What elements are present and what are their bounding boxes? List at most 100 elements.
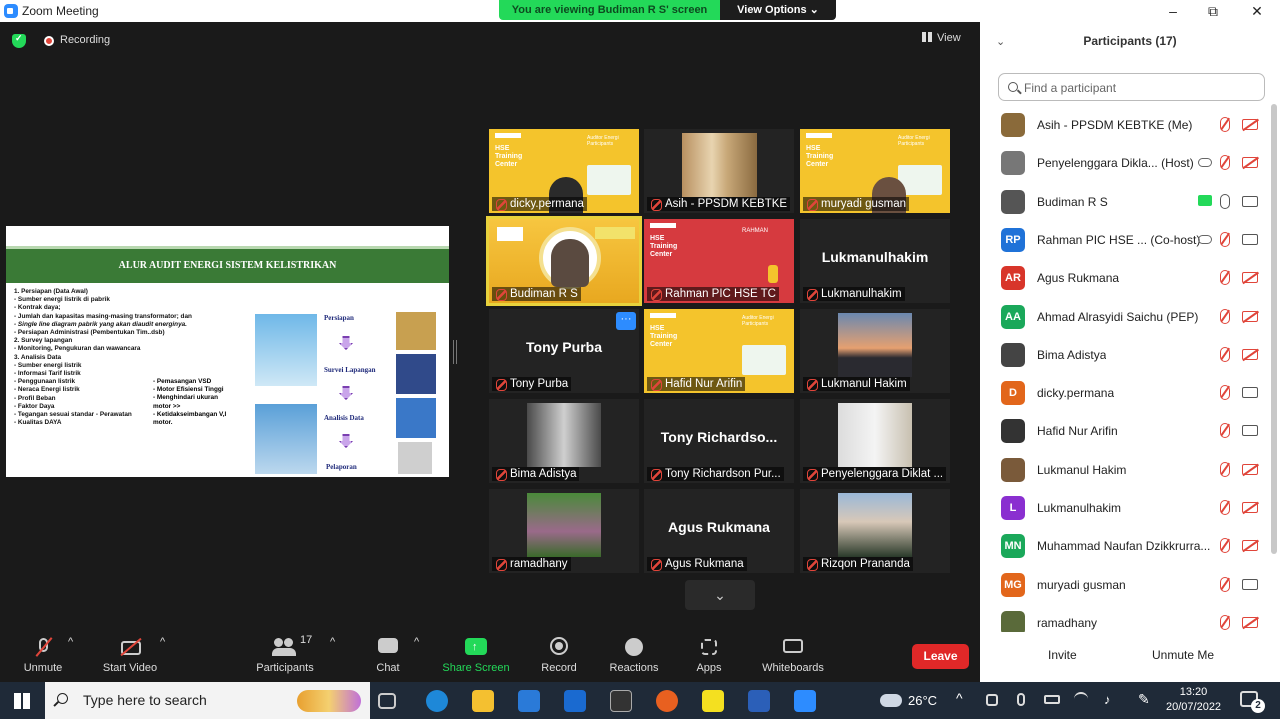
taskbar-search-input[interactable]: Type here to search [45, 682, 370, 719]
participant-face [551, 239, 589, 287]
window-title: Zoom Meeting [22, 4, 99, 18]
splitter-handle[interactable] [453, 340, 457, 364]
participant-row[interactable]: Bima Adistya [980, 336, 1270, 374]
taskbar-clock[interactable]: 13:20 20/07/2022 [1166, 685, 1221, 715]
speaker-icon[interactable]: ♪ [1104, 692, 1111, 707]
muted-microphone-icon [1220, 614, 1230, 630]
participant-row[interactable]: L Lukmanulhakim [980, 489, 1270, 527]
video-tile[interactable]: Penyelenggara Diklat ... [800, 399, 950, 483]
task-view-icon[interactable] [378, 693, 396, 709]
video-tile[interactable]: Lukmanul Hakim [800, 309, 950, 393]
banner-logo [595, 227, 635, 239]
participant-row[interactable]: AA Ahmad Alrasyidi Saichu (PEP) [980, 298, 1270, 336]
video-tile[interactable]: Rizqon Prananda [800, 489, 950, 573]
start-video-button[interactable]: Start Video [98, 636, 162, 674]
restore-button[interactable]: ⧉ [1198, 1, 1228, 21]
participants-chevron-icon[interactable]: ^ [330, 636, 335, 648]
firefox-icon[interactable] [656, 690, 678, 712]
video-tile[interactable]: Bima Adistya [489, 399, 639, 483]
unmute-me-button[interactable]: Unmute Me [1152, 648, 1214, 662]
search-placeholder: Find a participant [1024, 81, 1117, 95]
battery-icon[interactable] [1044, 695, 1060, 704]
unmute-button[interactable]: Unmute [18, 636, 68, 674]
video-tile[interactable]: HSE Training Center Auditor Energi Parti… [644, 309, 794, 393]
slide-item: - Sumber energi listrik di pabrik [14, 296, 110, 304]
participant-name: Budiman R S [1037, 194, 1108, 209]
app-icon[interactable] [610, 690, 632, 712]
file-explorer-icon[interactable] [472, 690, 494, 712]
microphone-icon[interactable] [1017, 693, 1025, 706]
scroll-down-button[interactable]: ⌄ [685, 580, 755, 610]
apps-icon [698, 636, 720, 658]
video-tile[interactable]: HSE Training Center Auditor Energi Parti… [800, 129, 950, 213]
sticky-notes-icon[interactable] [702, 690, 724, 712]
participant-row[interactable]: AR Agus Rukmana [980, 259, 1270, 297]
mail-icon[interactable] [564, 690, 586, 712]
search-highlights-icon[interactable] [297, 690, 361, 712]
store-icon[interactable] [518, 690, 540, 712]
pen-icon[interactable]: ✎ [1138, 691, 1150, 708]
video-tile[interactable]: HSE Training Center RAHMAN Rahman PIC HS… [644, 219, 794, 303]
chat-button[interactable]: Chat [372, 636, 404, 674]
temperature[interactable]: 26°C [908, 693, 937, 708]
participant-row[interactable]: Budiman R S [980, 183, 1270, 221]
view-label: View [937, 32, 961, 44]
leave-button[interactable]: Leave [912, 644, 969, 669]
audio-options-chevron-icon[interactable]: ^ [68, 636, 73, 648]
participant-row[interactable]: Ddicky.permana [980, 374, 1270, 412]
chat-chevron-icon[interactable]: ^ [414, 636, 419, 648]
apps-button[interactable]: Apps [692, 636, 726, 674]
participant-row[interactable]: ramadhany [980, 604, 1270, 632]
share-screen-button[interactable]: ↑ Share Screen [442, 636, 510, 674]
recording-label: Recording [60, 34, 111, 46]
slide-item: - Menghindari ukuran [153, 394, 218, 402]
participant-row[interactable]: MG muryadi gusman [980, 566, 1270, 604]
participant-row[interactable]: MN Muhammad Naufan Dzikkrurra... [980, 527, 1270, 565]
windows-start-icon[interactable] [14, 693, 30, 709]
invite-button[interactable]: Invite [1048, 648, 1077, 662]
video-tile[interactable]: Asih - PPSDM KEBTKE [644, 129, 794, 213]
video-tile[interactable]: Agus Rukmana Agus Rukmana [644, 489, 794, 573]
word-icon[interactable] [748, 690, 770, 712]
building-image [255, 404, 317, 474]
video-tile[interactable]: ramadhany [489, 489, 639, 573]
participant-row[interactable]: Asih - PPSDM KEBTKE (Me) [980, 106, 1270, 144]
close-button[interactable]: ✕ [1242, 1, 1272, 21]
whiteboards-button[interactable]: Whiteboards [758, 636, 828, 674]
record-button[interactable]: Record [538, 636, 580, 674]
more-options-button[interactable]: ··· [616, 312, 636, 330]
video-off-icon [1242, 272, 1258, 284]
slide-item: - Kontrak daya; [14, 304, 61, 312]
participant-row[interactable]: Hafid Nur Arifin [980, 412, 1270, 450]
edge-icon[interactable] [426, 690, 448, 712]
video-off-icon [1242, 157, 1258, 169]
participant-row[interactable]: Penyelenggara Dikla... (Host) [980, 144, 1270, 182]
meeting-area: Recording View ALUR AUDIT ENERGI SISTEM … [0, 22, 980, 632]
down-arrow-icon [339, 434, 353, 448]
tile-display-name: Tony Richardso... [660, 429, 778, 445]
encryption-shield-icon[interactable] [12, 33, 26, 48]
minimize-button[interactable]: – [1158, 1, 1188, 21]
meet-icon[interactable] [986, 694, 998, 706]
wifi-icon[interactable] [1074, 692, 1088, 706]
avatar [1001, 610, 1025, 632]
video-tile-active-speaker[interactable]: Budiman R S [486, 216, 642, 306]
video-tile[interactable]: Tony Richardso... Tony Richardson Pur... [644, 399, 794, 483]
participant-list-scrollbar[interactable] [1271, 104, 1277, 554]
view-options-button[interactable]: View Options ⌄ [720, 0, 836, 20]
participants-button[interactable]: 17 Participants [252, 634, 318, 674]
participant-name: Agus Rukmana [1037, 271, 1120, 286]
participant-search-input[interactable]: Find a participant [998, 73, 1265, 101]
video-tile[interactable]: Lukmanulhakim Lukmanulhakim [800, 219, 950, 303]
participant-row[interactable]: RP Rahman PIC HSE ... (Co-host) [980, 221, 1270, 259]
video-camera-icon [1242, 233, 1258, 245]
video-options-chevron-icon[interactable]: ^ [160, 636, 165, 648]
video-off-icon [119, 636, 142, 658]
zoom-icon[interactable] [794, 690, 816, 712]
video-off-icon [1242, 540, 1258, 552]
participant-row[interactable]: Lukmanul Hakim [980, 451, 1270, 489]
video-tile[interactable]: HSE Training Center Auditor Energi Parti… [489, 129, 639, 213]
reactions-button[interactable]: Reactions [608, 636, 660, 674]
tray-chevron-icon[interactable]: ^ [956, 690, 963, 706]
view-button[interactable]: View [922, 32, 961, 44]
